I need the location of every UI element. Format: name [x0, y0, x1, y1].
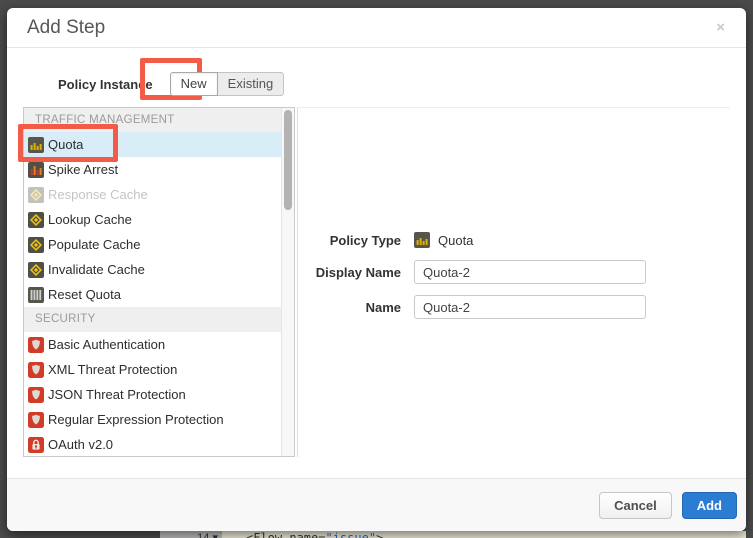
name-label: Name: [298, 300, 401, 315]
policy-type-list: TRAFFIC MANAGEMENT Quota Spike Arrest Re…: [23, 107, 295, 457]
policy-instance-label: Policy Instance: [58, 77, 153, 92]
list-item-label: Lookup Cache: [48, 212, 132, 227]
name-field[interactable]: [414, 295, 646, 319]
modal-title: Add Step: [27, 17, 105, 39]
code-line-text: <Flow name="issue">: [246, 531, 383, 538]
policy-detail-panel: Policy Type Quota Display Name Name: [297, 107, 730, 457]
add-step-modal: Add Step × Policy Instance New Existing …: [7, 8, 746, 531]
list-item-label: Regular Expression Protection: [48, 412, 224, 427]
spike-arrest-icon: [28, 162, 44, 178]
quota-icon: [414, 232, 430, 248]
policy-type-value: Quota: [414, 232, 473, 248]
section-header-security: SECURITY: [24, 307, 281, 332]
shield-icon: [28, 362, 44, 378]
shield-icon: [28, 412, 44, 428]
list-item-label: JSON Threat Protection: [48, 387, 186, 402]
cache-icon: [28, 262, 44, 278]
list-item-json-threat-protection[interactable]: JSON Threat Protection: [24, 382, 281, 407]
list-item-regular-expression-protection[interactable]: Regular Expression Protection: [24, 407, 281, 432]
add-button[interactable]: Add: [682, 492, 737, 519]
list-item-lookup-cache[interactable]: Lookup Cache: [24, 207, 281, 232]
list-item-xml-threat-protection[interactable]: XML Threat Protection: [24, 357, 281, 382]
policy-instance-new-button[interactable]: New: [170, 72, 218, 96]
modal-header: Add Step ×: [7, 8, 746, 48]
list-item-label: Reset Quota: [48, 287, 121, 302]
name-row: Name: [298, 295, 646, 319]
list-item-label: Invalidate Cache: [48, 262, 145, 277]
list-item-basic-authentication[interactable]: Basic Authentication: [24, 332, 281, 357]
modal-footer: Cancel Add: [7, 478, 746, 531]
list-item-reset-quota[interactable]: Reset Quota: [24, 282, 281, 307]
list-item-label: Quota: [48, 137, 83, 152]
background-code-editor: 14 ▾ <Flow name="issue">: [160, 531, 746, 538]
reset-quota-icon: [28, 287, 44, 303]
cache-icon: [28, 237, 44, 253]
list-scrollbar-track: [281, 108, 294, 456]
list-item-label: Spike Arrest: [48, 162, 118, 177]
quota-icon: [28, 137, 44, 153]
policy-type-text: Quota: [438, 233, 473, 248]
display-name-label: Display Name: [298, 265, 401, 280]
list-item-label: Response Cache: [48, 187, 148, 202]
list-item-oauth-v20[interactable]: OAuth v2.0: [24, 432, 281, 456]
cancel-button[interactable]: Cancel: [599, 492, 672, 519]
list-scrollbar-thumb[interactable]: [284, 110, 292, 210]
shield-icon: [28, 337, 44, 353]
list-item-label: OAuth v2.0: [48, 437, 113, 452]
shield-icon: [28, 387, 44, 403]
list-item-label: Basic Authentication: [48, 337, 165, 352]
lock-icon: [28, 437, 44, 453]
policy-instance-existing-button[interactable]: Existing: [217, 72, 285, 96]
policy-type-label: Policy Type: [298, 233, 401, 248]
list-item-label: Populate Cache: [48, 237, 141, 252]
code-line-number: 14 ▾: [160, 531, 222, 538]
cache-icon: [28, 212, 44, 228]
policy-type-row: Policy Type Quota: [298, 228, 473, 252]
section-header-traffic-management: TRAFFIC MANAGEMENT: [24, 108, 281, 132]
close-icon[interactable]: ×: [716, 20, 725, 35]
list-item-response-cache: Response Cache: [24, 182, 281, 207]
list-item-invalidate-cache[interactable]: Invalidate Cache: [24, 257, 281, 282]
list-item-quota[interactable]: Quota: [24, 132, 281, 157]
policy-instance-row: Policy Instance New Existing: [58, 72, 284, 96]
cache-icon: [28, 187, 44, 203]
list-item-label: XML Threat Protection: [48, 362, 177, 377]
display-name-row: Display Name: [298, 260, 646, 284]
list-item-populate-cache[interactable]: Populate Cache: [24, 232, 281, 257]
display-name-field[interactable]: [414, 260, 646, 284]
policy-list-items: TRAFFIC MANAGEMENT Quota Spike Arrest Re…: [24, 108, 281, 456]
list-item-spike-arrest[interactable]: Spike Arrest: [24, 157, 281, 182]
